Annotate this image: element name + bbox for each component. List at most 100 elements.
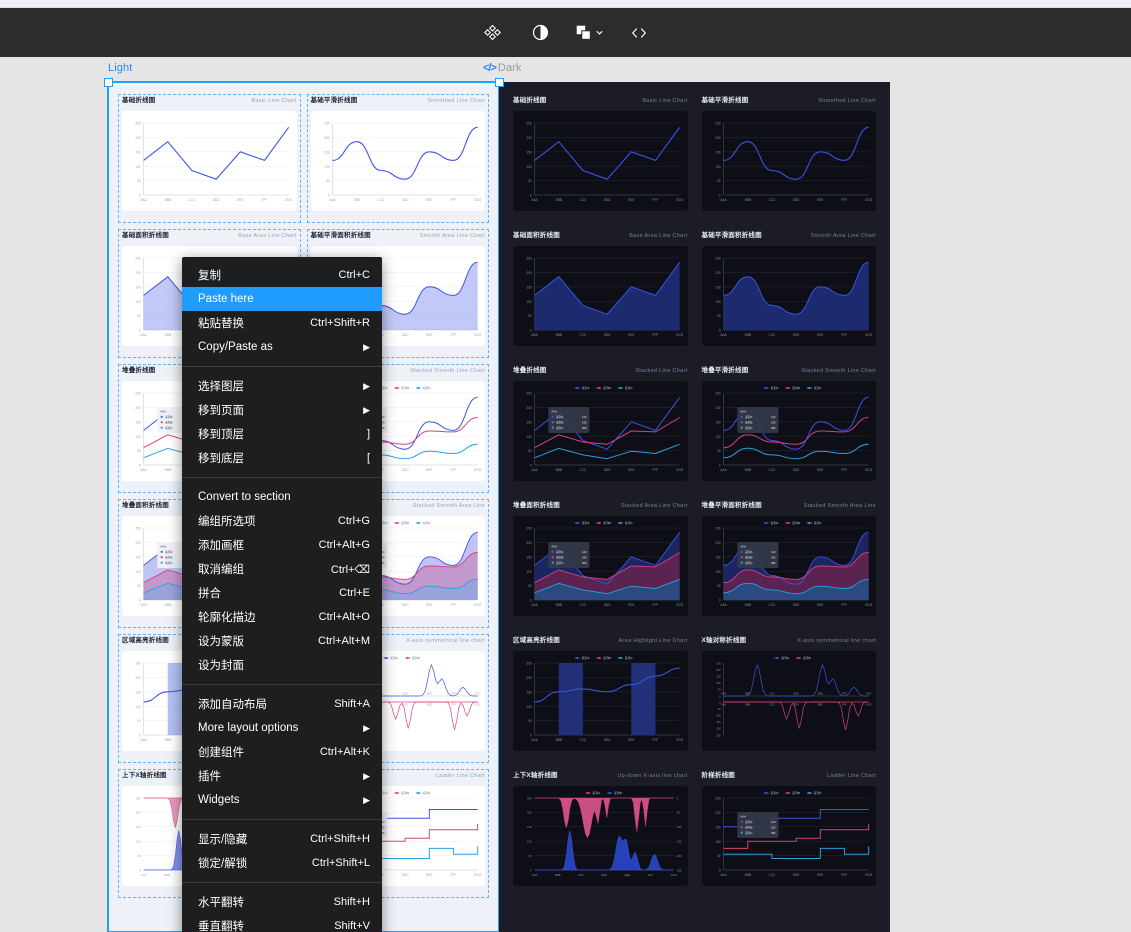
menu-item[interactable]: 创建组件 Ctrl+Alt+K <box>182 740 382 764</box>
chart-card-header: 堆叠折线图 Stacked Line Chart <box>513 364 688 378</box>
menu-item[interactable]: 添加自动布局 Shift+A <box>182 692 382 716</box>
svg-text:GGG: GGG <box>474 603 482 607</box>
chart-card[interactable]: 基础折线图 Basic Line Chart 250 200 150 100 50 0 AAA B… <box>118 94 301 227</box>
menu-item[interactable]: 编组所选项 Ctrl+G <box>182 509 382 533</box>
chart-title-cn: 基础折线图 <box>122 97 156 104</box>
plugins-icon[interactable] <box>479 18 505 48</box>
chart-card[interactable]: 基础平滑折线图 Smoothed Line Chart 250 200 150 100 50… <box>698 94 881 227</box>
chart-card[interactable]: 堆叠面积折线图 Stacked Area Line Chart 250 200 150 1… <box>509 499 692 632</box>
svg-text:EEE: EEE <box>625 873 631 877</box>
svg-text:100: 100 <box>715 840 720 844</box>
svg-text:50: 50 <box>137 179 141 183</box>
chart-card[interactable]: 上下X轴折线图 Up-down X-axis line chart 250 0 200 5… <box>509 769 692 902</box>
svg-text:FFF: FFF <box>841 873 847 877</box>
menu-item[interactable]: Copy/Paste as ▶ <box>182 335 382 359</box>
selection-handle-top-left[interactable] <box>104 78 113 87</box>
svg-text:GGG: GGG <box>474 873 482 877</box>
svg-text:BBB: BBB <box>164 873 170 877</box>
menu-item-label: 选择图层 <box>198 381 244 393</box>
chart-card[interactable]: 基础面积折线图 Base Area Line Chart 250 200 150 100 5… <box>509 229 692 362</box>
menu-item-label: Convert to section <box>198 491 291 503</box>
menu-item[interactable]: 拼合 Ctrl+E <box>182 581 382 605</box>
chart-card-header: 堆叠平滑面积折线图 Stacked Smooth Area Line <box>702 499 877 513</box>
svg-text:系列C: 系列C <box>625 520 634 525</box>
canvas-context-menu[interactable]: 复制 Ctrl+C Paste here 粘贴替换 Ctrl+Shift+R Copy/P… <box>182 257 382 932</box>
svg-text:AAA: AAA <box>531 198 538 202</box>
frame-label-dark[interactable]: </> Dark <box>483 62 522 75</box>
svg-text:100: 100 <box>715 435 720 439</box>
menu-item[interactable]: 选择图层 ▶ <box>182 374 382 398</box>
menu-item-shortcut: Shift+A <box>334 698 370 710</box>
menu-item[interactable]: 移到页面 ▶ <box>182 398 382 422</box>
menu-item[interactable]: 设为蒙版 Ctrl+Alt+M <box>182 629 382 653</box>
menu-item[interactable]: Convert to section <box>182 485 382 509</box>
chart-card[interactable]: 堆叠平滑折线图 Stacked Smooth Line Chart 250 200 15… <box>698 364 881 497</box>
menu-item[interactable]: 插件 ▶ <box>182 764 382 788</box>
chart-card[interactable]: 区域高亮折线图 Area Highlight Line Chart 250 200 15… <box>509 634 692 767</box>
menu-item[interactable]: 水平翻转 Shift+H <box>182 890 382 914</box>
svg-text:200: 200 <box>716 727 721 731</box>
chart-title-cn: 基础平滑面积折线图 <box>701 232 762 239</box>
menu-item[interactable]: 垂直翻转 Shift+V <box>182 914 382 932</box>
svg-text:FFF: FFF <box>450 198 456 202</box>
svg-text:DDD: DDD <box>401 333 408 337</box>
svg-text:50: 50 <box>717 854 721 858</box>
menu-item[interactable]: 移到底层 [ <box>182 446 382 470</box>
menu-item[interactable]: 锁定/解锁 Ctrl+Shift+L <box>182 851 382 875</box>
frame-label-dark-text: Dark <box>497 62 522 74</box>
chart-card[interactable]: 基础平滑面积折线图 Smooth Area Line Chart 250 200 150… <box>698 229 881 362</box>
menu-item[interactable]: 取消编组 Ctrl+⌫ <box>182 557 382 581</box>
menu-item[interactable]: 设为封面 <box>182 653 382 677</box>
svg-text:GGG: GGG <box>285 198 293 202</box>
chart-card[interactable]: 堆叠折线图Stacked Line Chart250200150100500AA… <box>509 364 692 497</box>
svg-text:BBB: BBB <box>744 468 750 472</box>
svg-text:BBB: BBB <box>165 738 171 742</box>
chart-card[interactable]: X轴对称折线图X-axis symmetrical line chart2500… <box>698 634 881 767</box>
svg-text:50: 50 <box>326 179 330 183</box>
chart-grid-dark: 基础折线图 Basic Line Chart 250 200 150 100 50 0 AAA B… <box>499 82 890 932</box>
menu-item[interactable]: 添加画框 Ctrl+Alt+G <box>182 533 382 557</box>
code-icon[interactable] <box>626 18 652 48</box>
chart-card[interactable]: 基础平滑折线图 Smoothed Line Chart 250 200 150 100 50… <box>306 94 490 227</box>
menu-item[interactable]: 轮廓化描边 Ctrl+Alt+O <box>182 605 382 629</box>
menu-item[interactable]: Widgets ▶ <box>182 788 382 812</box>
svg-text:系列C: 系列C <box>625 385 634 390</box>
frame-dark[interactable]: 基础折线图 Basic Line Chart 250 200 150 100 50 0 AAA B… <box>499 82 890 932</box>
menu-item[interactable]: More layout options ▶ <box>182 716 382 740</box>
selection-handle-top-right[interactable] <box>495 78 504 87</box>
menu-item[interactable]: Paste here <box>182 287 382 311</box>
menu-separator <box>182 477 382 478</box>
chart-plot: 250200150100500AAABBBCCCDDDEEEFFFGGG系列A系… <box>513 516 688 616</box>
chart-title-cn: X轴对称折线图 <box>701 637 747 644</box>
menu-item[interactable]: 移到顶层] <box>182 422 382 446</box>
menu-item-shortcut: Ctrl+C <box>338 269 370 281</box>
chevron-down-icon[interactable] <box>595 28 604 37</box>
chart-title-cn: 上下X轴折线图 <box>122 772 167 779</box>
chart-title-cn: 堆叠平滑折线图 <box>701 367 749 374</box>
svg-text:GGG: GGG <box>865 468 873 472</box>
chart-title-cn: 堆叠折线图 <box>122 367 156 374</box>
menu-item-label: 移到顶层 <box>198 429 244 441</box>
svg-text:系列A: 系列A <box>770 385 778 390</box>
svg-text:系列B: 系列B <box>745 420 752 424</box>
chart-title-cn: 基础面积折线图 <box>122 232 169 239</box>
svg-text:CCC: CCC <box>580 333 587 337</box>
svg-text:系列B: 系列B <box>556 420 563 424</box>
menu-item[interactable]: 复制 Ctrl+C <box>182 263 382 287</box>
svg-text:200: 200 <box>715 406 720 410</box>
svg-text:DDD: DDD <box>792 603 799 607</box>
menu-item[interactable]: 显示/隐藏 Ctrl+Shift+H <box>182 827 382 851</box>
chart-card[interactable]: 堆叠平滑面积折线图 Stacked Smooth Area Line 250 200 1… <box>698 499 881 632</box>
menu-item-label: 添加自动布局 <box>198 699 267 711</box>
shapes-icon[interactable] <box>575 18 604 48</box>
menu-item-label: 设为封面 <box>198 660 244 672</box>
chart-card[interactable]: 基础折线图 Basic Line Chart 250 200 150 100 50 0 AAA B… <box>509 94 692 227</box>
menu-item[interactable]: 粘贴替换 Ctrl+Shift+R <box>182 311 382 335</box>
chart-card-header: 基础面积折线图 Base Area Line Chart <box>122 229 297 243</box>
svg-text:DDD: DDD <box>401 468 408 472</box>
chart-card[interactable]: 阶梯折线图Ladder Line Chart250200150100500AAA… <box>698 769 881 902</box>
contrast-icon[interactable] <box>527 18 553 48</box>
frame-label-light[interactable]: Light <box>108 62 132 75</box>
svg-text:150: 150 <box>716 720 721 724</box>
design-canvas[interactable]: Light </> Dark 基础折线图 Basic Line Chart 250 2… <box>0 57 1131 932</box>
